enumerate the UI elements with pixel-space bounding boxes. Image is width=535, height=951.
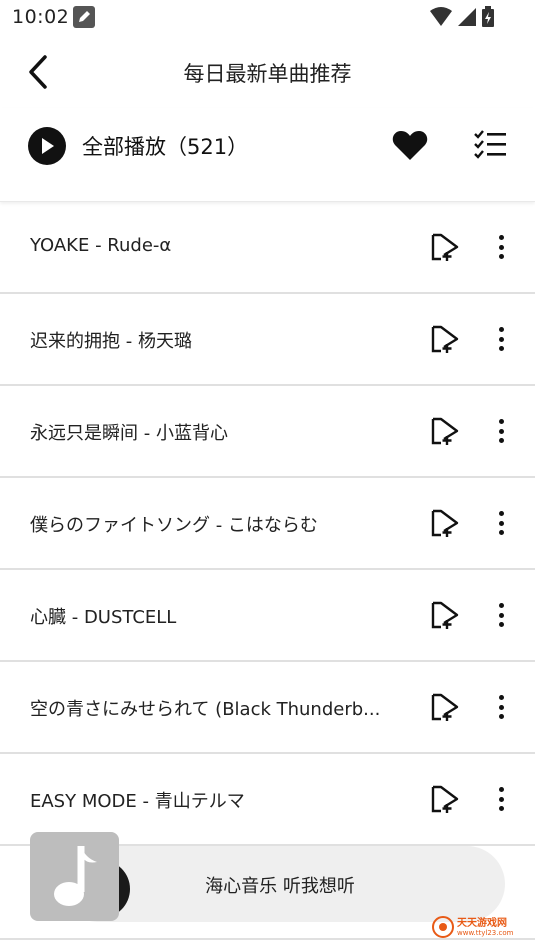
play-circle-icon: [28, 127, 66, 165]
song-title: 空の青さにみせられて (Black Thunderb...: [30, 699, 381, 720]
add-to-playlist-button[interactable]: [430, 692, 460, 722]
watermark-logo-icon: [432, 916, 454, 938]
more-vertical-icon: [498, 695, 504, 700]
song-row[interactable]: YOAKE - Rude-α: [0, 202, 535, 294]
watermark-main: 天天游戏网: [457, 917, 507, 929]
music-note-icon: [53, 845, 97, 906]
add-to-playlist-icon: [431, 233, 459, 261]
more-options-button[interactable]: [490, 692, 512, 722]
more-options-button[interactable]: [490, 600, 512, 630]
add-to-playlist-button[interactable]: [430, 508, 460, 538]
more-options-button[interactable]: [490, 232, 512, 262]
song-title: EASY MODE - 青山テルマ: [30, 791, 245, 812]
more-options-button[interactable]: [490, 416, 512, 446]
more-vertical-icon: [498, 603, 504, 608]
add-to-playlist-button[interactable]: [430, 600, 460, 630]
signal-icon: [458, 8, 476, 26]
add-to-playlist-icon: [431, 325, 459, 353]
add-to-playlist-button[interactable]: [430, 416, 460, 446]
multi-select-button[interactable]: [472, 130, 508, 160]
watermark: 天天游戏网 www.ttyl23.com: [432, 915, 513, 939]
status-bar: 10:02: [0, 0, 535, 36]
more-options-button[interactable]: [490, 324, 512, 354]
add-to-playlist-icon: [431, 601, 459, 629]
more-vertical-icon: [498, 787, 504, 792]
song-row[interactable]: 永远只是瞬间 - 小蓝背心: [0, 386, 535, 478]
add-to-playlist-icon: [431, 509, 459, 537]
favorite-button[interactable]: [392, 130, 428, 162]
list-check-icon: [474, 130, 506, 159]
song-row[interactable]: 空の青さにみせられて (Black Thunderb...: [0, 662, 535, 754]
add-to-playlist-button[interactable]: [430, 784, 460, 814]
song-row[interactable]: 心臓 - DUSTCELL: [0, 570, 535, 662]
mini-player-text: 海心音乐 听我想听: [205, 876, 355, 897]
page-title: 每日最新单曲推荐: [183, 62, 352, 86]
more-options-button[interactable]: [490, 508, 512, 538]
song-row[interactable]: 僕らのファイトソング - こはならむ: [0, 478, 535, 570]
more-vertical-icon: [498, 327, 504, 332]
song-title: 永远只是瞬间 - 小蓝背心: [30, 423, 228, 444]
add-to-playlist-icon: [431, 785, 459, 813]
heart-icon: [392, 131, 428, 160]
wifi-icon: [430, 7, 452, 26]
song-title: 心臓 - DUSTCELL: [30, 607, 177, 628]
add-to-playlist-button[interactable]: [430, 232, 460, 262]
add-to-playlist-icon: [431, 417, 459, 445]
song-title: YOAKE - Rude-α: [30, 235, 172, 256]
play-all-label: 全部播放（521）: [82, 135, 249, 159]
song-row[interactable]: 迟来的拥抱 - 杨天璐: [0, 294, 535, 386]
song-title: 迟来的拥抱 - 杨天璐: [30, 331, 192, 352]
status-indicators: [429, 6, 495, 28]
more-vertical-icon: [498, 511, 504, 516]
play-all-button[interactable]: 全部播放（521）: [28, 127, 248, 165]
edit-notification-icon: [73, 6, 95, 28]
battery-icon: [482, 6, 494, 27]
more-options-button[interactable]: [490, 784, 512, 814]
add-to-playlist-button[interactable]: [430, 324, 460, 354]
more-vertical-icon: [498, 419, 504, 424]
add-to-playlist-icon: [431, 693, 459, 721]
status-time: 10:02: [12, 6, 70, 28]
album-cover[interactable]: [30, 832, 119, 921]
song-title: 僕らのファイトソング - こはならむ: [30, 515, 318, 536]
play-all-bar: 全部播放（521）: [0, 108, 535, 202]
app-header: 每日最新单曲推荐: [0, 36, 535, 108]
song-list: YOAKE - Rude-α 迟来的拥抱 - 杨天璐 永远只是瞬间 - 小蓝背心…: [0, 202, 535, 846]
more-vertical-icon: [498, 235, 504, 240]
watermark-sub: www.ttyl23.com: [457, 928, 514, 937]
